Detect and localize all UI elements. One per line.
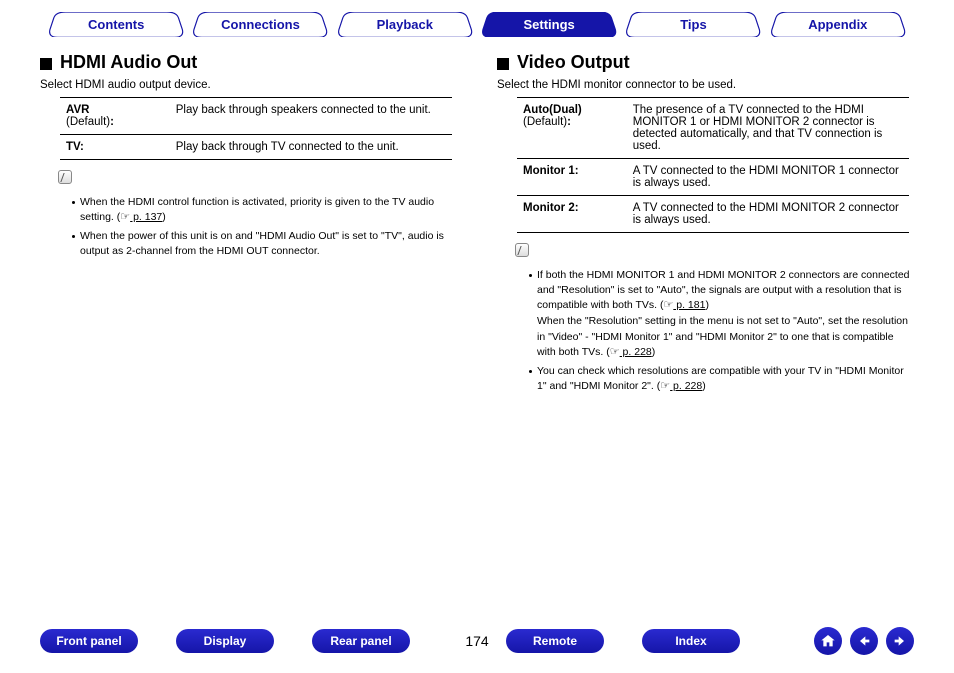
hand-icon: ☞ — [663, 299, 673, 311]
row-value: A TV connected to the HDMI MONITOR 1 con… — [627, 159, 909, 196]
row-key: AVR — [66, 104, 89, 116]
left-column: HDMI Audio Out Select HDMI audio output … — [40, 52, 477, 398]
bullet-square-icon — [497, 58, 509, 70]
notes-list-right: If both the HDMI MONITOR 1 and HDMI MONI… — [515, 268, 914, 395]
table-row: Auto(Dual) (Default): The presence of a … — [517, 98, 909, 159]
row-value: The presence of a TV connected to the HD… — [627, 98, 909, 159]
page-link-228b[interactable]: p. 228 — [670, 380, 702, 392]
section-heading-video-output: Video Output — [517, 52, 630, 73]
page-link-137[interactable]: p. 137 — [130, 211, 162, 223]
table-row: TV: Play back through TV connected to th… — [60, 135, 452, 160]
section-heading-hdmi-audio-out: HDMI Audio Out — [60, 52, 197, 73]
tab-label: Contents — [88, 17, 144, 32]
row-key: Monitor 2: — [523, 202, 579, 214]
tab-appendix[interactable]: Appendix — [766, 12, 910, 38]
tab-connections[interactable]: Connections — [188, 12, 332, 38]
tab-label: Settings — [524, 17, 575, 32]
next-page-icon[interactable] — [886, 627, 914, 655]
table-row: Monitor 1: A TV connected to the HDMI MO… — [517, 159, 909, 196]
page-number: 174 — [452, 633, 502, 649]
tab-contents[interactable]: Contents — [44, 12, 188, 38]
note-icon — [515, 243, 529, 257]
home-icon[interactable] — [814, 627, 842, 655]
bullet-square-icon — [40, 58, 52, 70]
row-key: Monitor 1: — [523, 165, 579, 177]
list-item: You can check which resolutions are comp… — [529, 364, 914, 395]
list-item: When the power of this unit is on and "H… — [72, 229, 457, 259]
row-key: Auto(Dual) — [523, 104, 582, 116]
tab-tips[interactable]: Tips — [621, 12, 765, 38]
row-key-tail: (Default) — [66, 116, 110, 128]
display-button[interactable]: Display — [176, 629, 274, 653]
row-value: A TV connected to the HDMI MONITOR 2 con… — [627, 196, 909, 233]
row-value: Play back through TV connected to the un… — [170, 135, 452, 160]
rear-panel-button[interactable]: Rear panel — [312, 629, 410, 653]
remote-button[interactable]: Remote — [506, 629, 604, 653]
front-panel-button[interactable]: Front panel — [40, 629, 138, 653]
note-icon — [58, 170, 72, 184]
page-link-228a[interactable]: p. 228 — [620, 346, 652, 358]
list-item: If both the HDMI MONITOR 1 and HDMI MONI… — [529, 268, 914, 361]
tab-label: Appendix — [808, 17, 867, 32]
hand-icon: ☞ — [660, 380, 670, 392]
hand-icon: ☞ — [610, 346, 620, 358]
index-button[interactable]: Index — [642, 629, 740, 653]
footer-bar: Front panel Display Rear panel 174 Remot… — [40, 627, 914, 655]
table-row: AVR (Default): Play back through speaker… — [60, 98, 452, 135]
table-row: Monitor 2: A TV connected to the HDMI MO… — [517, 196, 909, 233]
page-link-181[interactable]: p. 181 — [673, 299, 705, 311]
tab-label: Tips — [680, 17, 707, 32]
right-column: Video Output Select the HDMI monitor con… — [477, 52, 914, 398]
row-key: TV: — [66, 141, 84, 153]
tab-playback[interactable]: Playback — [333, 12, 477, 38]
row-key-tail: (Default) — [523, 116, 567, 128]
tab-label: Playback — [377, 17, 433, 32]
section-subhead: Select HDMI audio output device. — [40, 79, 457, 91]
tab-settings[interactable]: Settings — [477, 12, 621, 38]
list-item: When the HDMI control function is activa… — [72, 195, 457, 226]
section-subhead: Select the HDMI monitor connector to be … — [497, 79, 914, 91]
prev-page-icon[interactable] — [850, 627, 878, 655]
tab-label: Connections — [221, 17, 300, 32]
notes-list-left: When the HDMI control function is activa… — [58, 195, 457, 260]
row-value: Play back through speakers connected to … — [170, 98, 452, 135]
top-tabs: Contents Connections Playback Settings T… — [40, 12, 914, 38]
options-table-left: AVR (Default): Play back through speaker… — [60, 97, 452, 160]
options-table-right: Auto(Dual) (Default): The presence of a … — [517, 97, 909, 233]
hand-icon: ☞ — [120, 211, 130, 223]
